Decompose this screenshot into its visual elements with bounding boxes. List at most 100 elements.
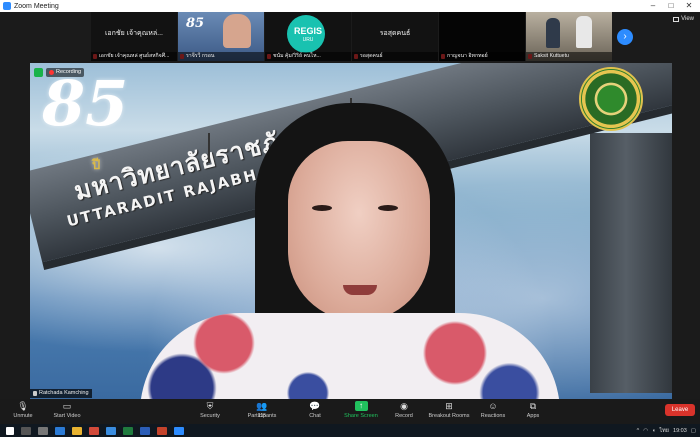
powerpoint-icon[interactable] [157, 426, 167, 435]
apps-label: Apps [526, 413, 540, 419]
wifi-icon[interactable]: ◠ [643, 428, 648, 434]
share-screen-button[interactable]: ↑ Share Screen [338, 400, 384, 423]
search-icon[interactable] [21, 426, 31, 435]
participant-tile[interactable]: REGIS URU ชนัม คุ้ม/วิริย์ คนไห... [265, 12, 351, 61]
minimize-icon[interactable]: – [644, 0, 662, 12]
anniversary-badge: 85 ปี [42, 73, 128, 174]
anniversary-number: 85 [42, 67, 129, 140]
participant-name: ชนัม คุ้ม/วิริย์ คนไห... [265, 52, 351, 61]
mic-icon [33, 391, 37, 396]
participant-name: รอสุดคนธ์ [352, 52, 438, 61]
anniversary-logo-mini: 85 [186, 16, 205, 31]
apps-icon: ⧉ [529, 401, 537, 411]
volume-icon[interactable]: ◖ [652, 428, 655, 434]
start-video-label: Start Video [53, 413, 81, 419]
task-view-icon[interactable] [38, 426, 48, 435]
meeting-toolbar: 🎙 Unmute ▭ Start Video ⛨ Security 👥115 P… [0, 399, 700, 424]
windows-taskbar: ^ ◠ ◖ ไทย 19:03 ▢ [0, 424, 700, 437]
window-controls: – □ ✕ [644, 0, 698, 12]
anniversary-sub: ปี [92, 158, 101, 173]
gate-pillar [590, 133, 672, 393]
university-seal [579, 67, 643, 131]
view-label: View [681, 16, 694, 22]
photo-person [576, 16, 592, 48]
apps-button[interactable]: ⧉ Apps [510, 400, 556, 423]
participant-name: Saksit Kuttuetu [526, 52, 612, 61]
speaker-eye [312, 205, 332, 211]
notification-icon[interactable]: ▢ [691, 428, 696, 434]
participants-label: Participants [247, 413, 277, 419]
unmute-button[interactable]: 🎙 Unmute [0, 400, 46, 423]
word-icon[interactable] [140, 426, 150, 435]
chat-icon: 💬 [309, 401, 321, 411]
participant-tile[interactable]: Saksit Kuttuetu [526, 12, 612, 61]
record-dot-icon [49, 69, 54, 75]
view-button[interactable]: View [673, 16, 694, 22]
next-page-arrow-icon[interactable]: › [617, 29, 633, 45]
participants-button[interactable]: 👥115 Participants [239, 400, 285, 423]
speaker-shirt [140, 313, 560, 399]
participant-tile[interactable]: กาญจนา อิทกทอย์ [439, 12, 525, 61]
recording-label: Recording [56, 69, 82, 75]
encryption-shield-icon [34, 67, 43, 77]
maximize-icon[interactable]: □ [662, 0, 680, 12]
regis-logo-text: REGIS [293, 26, 322, 36]
speaker-mouth [343, 285, 377, 295]
clock-time[interactable]: 19:03 [673, 428, 687, 434]
breakout-rooms-label: Breakout Rooms [428, 413, 470, 419]
recording-indicator[interactable]: Recording [34, 67, 85, 77]
participant-display-name: เอกชัย เจ้าคุณหล่... [105, 30, 163, 37]
file-explorer-icon[interactable] [72, 426, 82, 435]
participant-tile[interactable]: เอกชัย เจ้าคุณหล่... เอกชัย เจ้าคุณหล่ ศ… [91, 12, 177, 61]
edge-icon[interactable] [55, 426, 65, 435]
street-lamp [208, 133, 210, 163]
share-screen-icon: ↑ [354, 401, 368, 411]
chat-button[interactable]: 💬 Chat [292, 400, 338, 423]
participant-name: ราจีรวี กรอน [178, 52, 264, 61]
grid-view-icon [673, 16, 680, 22]
chevron-up-icon[interactable]: ^ [637, 428, 640, 434]
record-button[interactable]: ◉ Record [381, 400, 427, 423]
app-icon[interactable] [106, 426, 116, 435]
regis-logo-sub: URU [302, 37, 314, 43]
participant-tile[interactable]: 85 ราจีรวี กรอน [178, 12, 264, 61]
chrome-icon[interactable] [89, 426, 99, 435]
breakout-rooms-button[interactable]: ⊞ Breakout Rooms [423, 400, 475, 423]
reactions-icon: ☺ [488, 401, 498, 411]
speaker-name: Ratchada Kamching [39, 390, 89, 396]
windows-start-icon[interactable] [6, 426, 14, 435]
participant-tile[interactable]: รอสุดคนธ์ รอสุดคนธ์ [352, 12, 438, 61]
participant-name: เอกชัย เจ้าคุณหล่ ศูนย์สหกิจศึ... [91, 52, 177, 61]
participant-display-name: รอสุดคนธ์ [379, 30, 411, 37]
start-video-button[interactable]: ▭ Start Video [44, 400, 90, 423]
participants-icon: 👥115 [256, 401, 268, 419]
record-icon: ◉ [400, 401, 408, 411]
zoom-taskbar-icon[interactable] [174, 426, 184, 435]
speaker-name-label: Ratchada Kamching [30, 389, 92, 398]
breakout-rooms-icon: ⊞ [445, 401, 453, 411]
zoom-window: Zoom Meeting – □ ✕ เอกชัย เจ้าคุณหล่... … [0, 0, 700, 437]
security-label: Security [200, 413, 220, 419]
recording-pill: Recording [46, 67, 85, 77]
leave-button[interactable]: Leave [665, 404, 695, 416]
unmute-label: Unmute [13, 413, 33, 419]
window-title: Zoom Meeting [14, 2, 59, 10]
photo-person [546, 18, 560, 48]
input-language[interactable]: ไทย [659, 427, 669, 435]
video-off-icon: ▭ [62, 401, 72, 411]
chat-label: Chat [309, 413, 321, 419]
shield-icon: ⛨ [206, 401, 214, 411]
record-label: Record [395, 413, 413, 419]
zoom-logo-icon [3, 2, 11, 10]
participant-face [223, 14, 251, 48]
active-speaker-video: มหาวิทยาลัยราชภัฏ UTTARADIT RAJABHAT UN … [30, 63, 672, 399]
mic-muted-icon: 🎙 [17, 401, 29, 411]
close-icon[interactable]: ✕ [680, 0, 698, 12]
title-bar: Zoom Meeting – □ ✕ [0, 0, 700, 12]
security-button[interactable]: ⛨ Security [187, 400, 233, 423]
gallery-strip: เอกชัย เจ้าคุณหล่... เอกชัย เจ้าคุณหล่ ศ… [0, 12, 700, 62]
participant-name: กาญจนา อิทกทอย์ [439, 52, 525, 61]
speaker-eye [378, 205, 398, 211]
excel-icon[interactable] [123, 426, 133, 435]
system-tray: ^ ◠ ◖ ไทย 19:03 ▢ [637, 424, 696, 437]
